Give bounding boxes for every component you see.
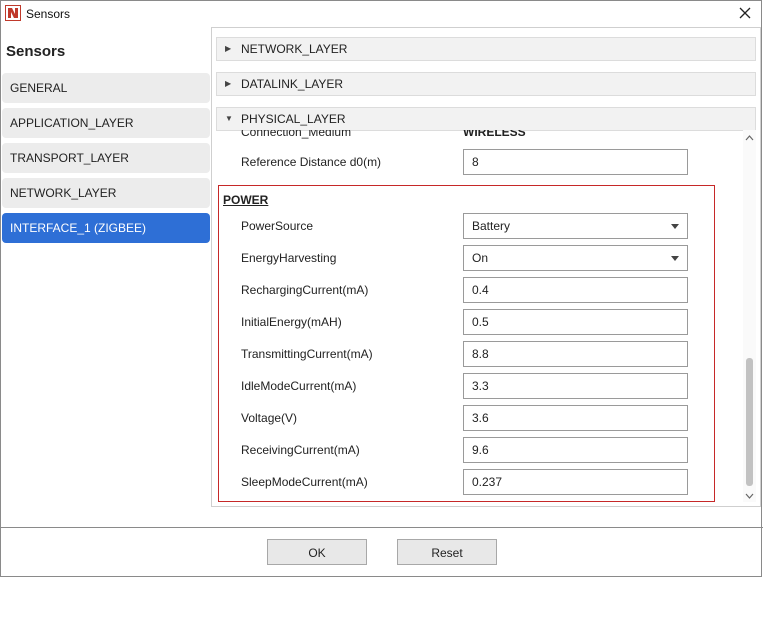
reference-distance-label: Reference Distance d0(m) bbox=[241, 155, 382, 169]
energy-harvesting-value: On bbox=[472, 251, 489, 265]
voltage-input[interactable] bbox=[463, 405, 688, 431]
connection-medium-value: WIRELESS bbox=[463, 130, 526, 139]
sidebar-item-network-layer[interactable]: NETWORK_LAYER bbox=[2, 178, 210, 208]
title-bar: Sensors bbox=[1, 1, 761, 27]
sidebar-title: Sensors bbox=[6, 43, 66, 60]
triangle-down-icon: ▼ bbox=[225, 114, 233, 123]
power-source-value: Battery bbox=[472, 219, 511, 233]
recharging-current-label: RechargingCurrent(mA) bbox=[241, 283, 369, 297]
sidebar-item-transport-layer[interactable]: TRANSPORT_LAYER bbox=[2, 143, 210, 173]
physical-layer-content[interactable]: Connection_Medium WIRELESS Reference Dis… bbox=[216, 130, 742, 502]
sleep-mode-current-label: SleepModeCurrent(mA) bbox=[241, 475, 368, 489]
initial-energy-label: InitialEnergy(mAH) bbox=[241, 315, 342, 329]
energy-harvesting-select[interactable]: On bbox=[463, 245, 688, 271]
power-heading: POWER bbox=[223, 193, 269, 207]
receiving-current-input[interactable] bbox=[463, 437, 688, 463]
triangle-right-icon: ▶ bbox=[225, 44, 232, 53]
initial-energy-input[interactable] bbox=[463, 309, 688, 335]
recharging-current-input[interactable] bbox=[463, 277, 688, 303]
idle-mode-current-input[interactable] bbox=[463, 373, 688, 399]
reset-button[interactable]: Reset bbox=[397, 539, 497, 565]
sidebar-item-application-layer[interactable]: APPLICATION_LAYER bbox=[2, 108, 210, 138]
idle-mode-current-label: IdleModeCurrent(mA) bbox=[241, 379, 357, 393]
sleep-mode-current-input[interactable] bbox=[463, 469, 688, 495]
accordion-datalink-layer[interactable]: ▶ DATALINK_LAYER bbox=[216, 72, 756, 96]
triangle-right-icon: ▶ bbox=[225, 79, 232, 88]
vertical-scrollbar[interactable] bbox=[743, 130, 756, 502]
sidebar-item-interface-zigbee[interactable]: INTERFACE_1 (ZIGBEE) bbox=[2, 213, 210, 243]
connection-medium-label: Connection_Medium bbox=[241, 130, 352, 139]
transmitting-current-input[interactable] bbox=[463, 341, 688, 367]
accordion-network-layer[interactable]: ▶ NETWORK_LAYER bbox=[216, 37, 756, 61]
power-source-label: PowerSource bbox=[241, 219, 314, 233]
voltage-label: Voltage(V) bbox=[241, 411, 298, 425]
transmitting-current-label: TransmittingCurrent(mA) bbox=[241, 347, 373, 361]
accordion-physical-layer[interactable]: ▼ PHYSICAL_LAYER bbox=[216, 107, 756, 131]
app-logo-icon bbox=[5, 5, 21, 21]
reference-distance-input[interactable] bbox=[463, 149, 688, 175]
scrollbar-thumb[interactable] bbox=[746, 358, 753, 486]
sidebar-item-general[interactable]: GENERAL bbox=[2, 73, 210, 103]
receiving-current-label: ReceivingCurrent(mA) bbox=[241, 443, 360, 457]
energy-harvesting-label: EnergyHarvesting bbox=[241, 251, 337, 265]
power-source-select[interactable]: Battery bbox=[463, 213, 688, 239]
accordion-label: DATALINK_LAYER bbox=[241, 77, 344, 91]
accordion-label: NETWORK_LAYER bbox=[241, 42, 348, 56]
window-title: Sensors bbox=[26, 7, 71, 21]
scroll-down-icon[interactable] bbox=[743, 490, 756, 500]
close-icon[interactable] bbox=[737, 5, 753, 21]
chevron-down-icon bbox=[671, 224, 679, 229]
footer-divider bbox=[0, 527, 763, 528]
chevron-down-icon bbox=[671, 256, 679, 261]
scroll-up-icon[interactable] bbox=[743, 132, 756, 142]
accordion-label: PHYSICAL_LAYER bbox=[241, 112, 346, 126]
ok-button[interactable]: OK bbox=[267, 539, 367, 565]
